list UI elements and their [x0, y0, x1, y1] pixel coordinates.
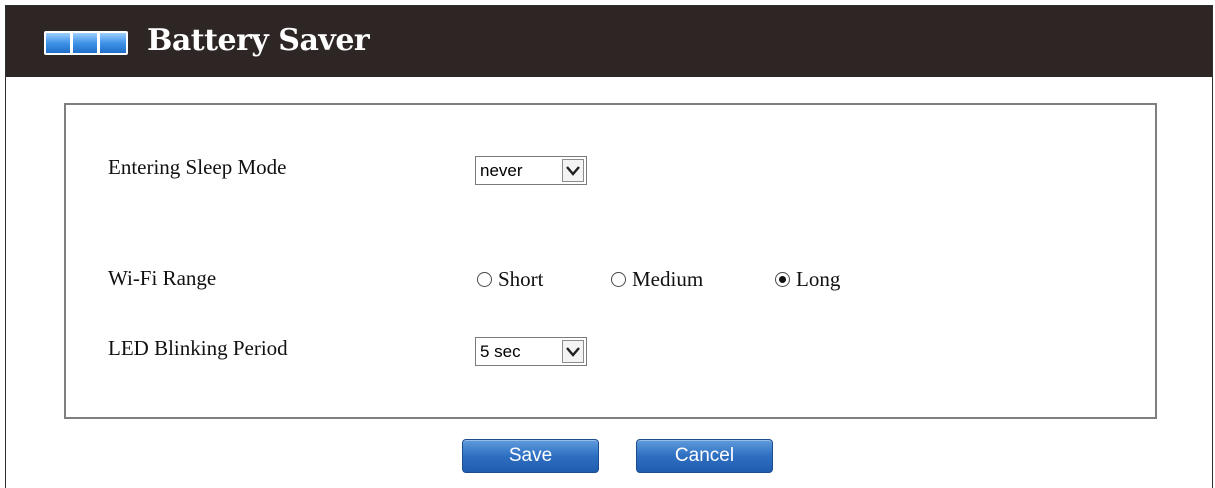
wifi-range-label: Wi-Fi Range — [108, 266, 217, 290]
cancel-button[interactable]: Cancel — [636, 439, 773, 473]
radio-long-circle[interactable] — [775, 272, 790, 287]
led-period-label: LED Blinking Period — [108, 336, 288, 360]
save-button[interactable]: Save — [462, 439, 599, 473]
radio-long-label: Long — [796, 267, 841, 291]
radio-selected-dot — [779, 276, 786, 283]
chevron-down-icon[interactable] — [562, 159, 584, 182]
header-bar: Battery Saver — [6, 6, 1212, 77]
radio-short-circle[interactable] — [477, 272, 492, 287]
led-period-value: 5 sec — [480, 342, 521, 361]
radio-medium-label: Medium — [632, 267, 704, 291]
chevron-down-icon[interactable] — [562, 340, 584, 363]
page-title: Battery Saver — [147, 23, 370, 58]
battery-icon — [44, 31, 128, 55]
radio-short-label: Short — [498, 267, 544, 291]
radio-medium-circle[interactable] — [611, 272, 626, 287]
sleep-mode-select[interactable]: never — [475, 156, 587, 185]
sleep-mode-value: never — [480, 161, 523, 180]
led-period-select[interactable]: 5 sec — [475, 337, 587, 366]
settings-panel: Entering Sleep Mode never Wi-Fi Range Sh… — [64, 103, 1157, 419]
sleep-mode-label: Entering Sleep Mode — [108, 155, 287, 179]
battery-saver-window: Battery Saver Entering Sleep Mode never … — [5, 5, 1213, 488]
